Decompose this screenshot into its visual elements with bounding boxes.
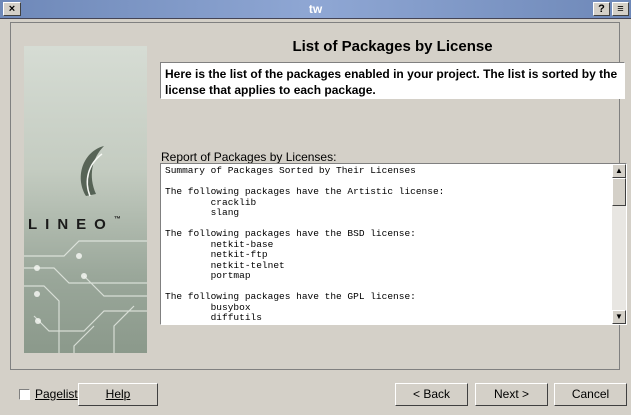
- help-button[interactable]: Help: [78, 383, 158, 406]
- report-textarea[interactable]: Summary of Packages Sorted by Their Lice…: [160, 163, 627, 325]
- report-label: Report of Packages by Licenses:: [161, 150, 337, 164]
- swoosh-icon: [80, 146, 104, 196]
- help-title-button[interactable]: ?: [593, 2, 610, 16]
- arrow-up-icon: ▲: [615, 166, 623, 175]
- report-scrollbar[interactable]: ▲ ▼: [612, 164, 626, 324]
- description-box: Here is the list of the packages enabled…: [160, 62, 625, 99]
- scroll-down-button[interactable]: ▼: [612, 310, 626, 324]
- pagelist-label[interactable]: Pagelist: [35, 387, 78, 401]
- report-content: Summary of Packages Sorted by Their Lice…: [165, 165, 445, 323]
- window-title: tw: [308, 2, 323, 16]
- lineo-logo-panel: LINEO™: [24, 46, 147, 353]
- window-menu-button[interactable]: ≡: [612, 2, 629, 16]
- page-title: List of Packages by License: [292, 38, 493, 55]
- next-button[interactable]: Next >: [475, 383, 548, 406]
- cancel-button[interactable]: Cancel: [554, 383, 627, 406]
- scroll-thumb[interactable]: [612, 178, 626, 206]
- circuit-graphic: [24, 146, 147, 353]
- scroll-up-button[interactable]: ▲: [612, 164, 626, 178]
- arrow-down-icon: ▼: [615, 312, 623, 321]
- menu-icon: ≡: [617, 3, 624, 15]
- title-bar: × tw ? ≡: [0, 0, 631, 19]
- lineo-wordmark: LINEO™: [28, 216, 121, 233]
- pagelist-checkbox[interactable]: [19, 389, 30, 400]
- question-icon: ?: [598, 3, 605, 15]
- description-text: Here is the list of the packages enabled…: [165, 67, 618, 97]
- back-button[interactable]: < Back: [395, 383, 468, 406]
